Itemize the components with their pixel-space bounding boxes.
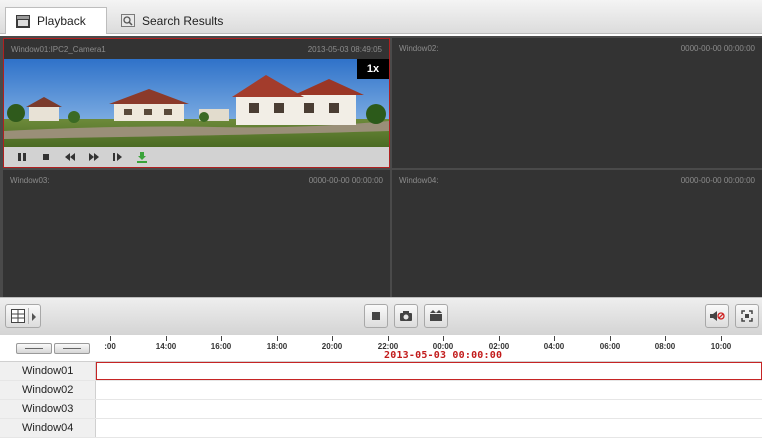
zoom-out-button[interactable] — [16, 343, 52, 354]
download-button[interactable] — [132, 149, 152, 165]
window-4-name: Window04: — [399, 175, 439, 185]
timeline-row-window04[interactable]: Window04 — [0, 419, 762, 438]
timeline-row-window03[interactable]: Window03 — [0, 400, 762, 419]
timeline-tick — [443, 336, 444, 341]
timeline-track-window01[interactable] — [96, 362, 762, 380]
stop-all-icon — [372, 312, 380, 320]
timeline-tick — [332, 336, 333, 341]
timeline-tick — [110, 336, 111, 341]
video-window-4[interactable]: Window04: 0000-00-00 00:00:00 — [392, 170, 762, 297]
playback-control-bar — [4, 147, 389, 167]
timeline-row-label: Window01 — [0, 362, 96, 380]
zoom-in-button[interactable] — [54, 343, 90, 354]
single-frame-button[interactable] — [108, 149, 128, 165]
timeline-tick-label: 06:00 — [599, 342, 621, 351]
pause-icon — [18, 153, 26, 161]
timeline-row-window02[interactable]: Window02 — [0, 381, 762, 400]
window-2-time: 0000-00-00 00:00:00 — [680, 43, 755, 53]
playback-icon — [16, 14, 30, 28]
timeline-tick — [554, 336, 555, 341]
timeline: 2013-05-03 00:00:00 :00 14:00 16:00 18:00 20… — [0, 335, 762, 438]
tab-search-results[interactable]: Search Results — [121, 7, 223, 34]
timeline-tick — [499, 336, 500, 341]
fullscreen-icon — [741, 310, 753, 322]
download-icon — [137, 152, 147, 163]
timeline-tick — [721, 336, 722, 341]
slow-forward-icon — [65, 153, 75, 161]
playback-toolbar — [0, 297, 762, 335]
tab-playback[interactable]: Playback — [5, 7, 107, 34]
timeline-tick-label: 20:00 — [321, 342, 343, 351]
timeline-tick — [166, 336, 167, 341]
mute-button[interactable] — [705, 304, 729, 328]
window-3-name: Window03: — [10, 175, 50, 185]
timeline-tick-label: 00:00 — [432, 342, 454, 351]
zoom-in-icon — [63, 348, 81, 349]
mute-icon — [710, 311, 725, 321]
slow-forward-button[interactable] — [60, 149, 80, 165]
clip-button[interactable] — [424, 304, 448, 328]
timeline-tick-label: 14:00 — [155, 342, 177, 351]
timeline-tick — [277, 336, 278, 341]
timeline-ruler[interactable]: 2013-05-03 00:00:00 :00 14:00 16:00 18:00 20… — [0, 335, 762, 362]
window-4-title-bar: Window04: 0000-00-00 00:00:00 — [392, 170, 762, 190]
window-split-button[interactable] — [5, 304, 41, 328]
timeline-row-window01[interactable]: Window01 — [0, 362, 762, 381]
window-1-time: 2013-05-03 08:49:05 — [307, 44, 382, 54]
timeline-tick-label: 22:00 — [377, 342, 399, 351]
fullscreen-button[interactable] — [735, 304, 759, 328]
stop-all-button[interactable] — [364, 304, 388, 328]
video-window-2[interactable]: Window02: 0000-00-00 00:00:00 — [392, 38, 762, 168]
window-2-name: Window02: — [399, 43, 439, 53]
fast-forward-button[interactable] — [84, 149, 104, 165]
timeline-track-window04[interactable] — [96, 419, 762, 437]
window-2-title-bar: Window02: 0000-00-00 00:00:00 — [392, 38, 762, 58]
split-button-divider — [28, 308, 29, 324]
window-split-icon — [11, 309, 25, 323]
tab-bar: Playback Search Results — [0, 0, 762, 34]
camera-video-frame — [4, 59, 389, 147]
window-1-name: Window01:IPC2_Camera1 — [11, 44, 106, 54]
timeline-row-label: Window04 — [0, 419, 96, 437]
video-window-3[interactable]: Window03: 0000-00-00 00:00:00 — [3, 170, 390, 297]
pause-button[interactable] — [12, 149, 32, 165]
timeline-tick-label: 16:00 — [210, 342, 232, 351]
zoom-out-icon — [25, 348, 43, 349]
capture-button[interactable] — [394, 304, 418, 328]
playback-speed-badge: 1x — [357, 59, 389, 79]
clip-icon — [430, 310, 442, 321]
search-results-icon — [121, 14, 135, 27]
tab-playback-label: Playback — [37, 14, 86, 28]
timeline-tick — [665, 336, 666, 341]
window-3-time: 0000-00-00 00:00:00 — [308, 175, 383, 185]
timeline-track-window03[interactable] — [96, 400, 762, 418]
timeline-tick — [221, 336, 222, 341]
fast-forward-icon — [89, 153, 99, 161]
timeline-tick — [610, 336, 611, 341]
video-window-1[interactable]: Window01:IPC2_Camera1 2013-05-03 08:49:0… — [3, 38, 390, 168]
single-frame-icon — [113, 153, 122, 161]
stop-button[interactable] — [36, 149, 56, 165]
timeline-track-window02[interactable] — [96, 381, 762, 399]
timeline-current-datetime: 2013-05-03 00:00:00 — [384, 350, 503, 361]
timeline-tick — [388, 336, 389, 341]
window-3-title-bar: Window03: 0000-00-00 00:00:00 — [3, 170, 390, 190]
timeline-tick-label: 18:00 — [266, 342, 288, 351]
timeline-tick-label: 04:00 — [543, 342, 565, 351]
window-1-title-bar: Window01:IPC2_Camera1 2013-05-03 08:49:0… — [4, 39, 389, 59]
tab-search-results-label: Search Results — [142, 13, 224, 28]
timeline-tick-label: 08:00 — [654, 342, 676, 351]
stop-icon — [43, 154, 49, 160]
video-grid: Window01:IPC2_Camera1 2013-05-03 08:49:0… — [0, 36, 762, 297]
capture-icon — [400, 311, 412, 321]
timeline-row-label: Window03 — [0, 400, 96, 418]
split-dropdown-arrow-icon — [32, 313, 36, 321]
timeline-tick-label: 10:00 — [710, 342, 732, 351]
timeline-tick-label: 02:00 — [488, 342, 510, 351]
timeline-row-label: Window02 — [0, 381, 96, 399]
window-4-time: 0000-00-00 00:00:00 — [680, 175, 755, 185]
timeline-tick-label: :00 — [104, 342, 116, 351]
